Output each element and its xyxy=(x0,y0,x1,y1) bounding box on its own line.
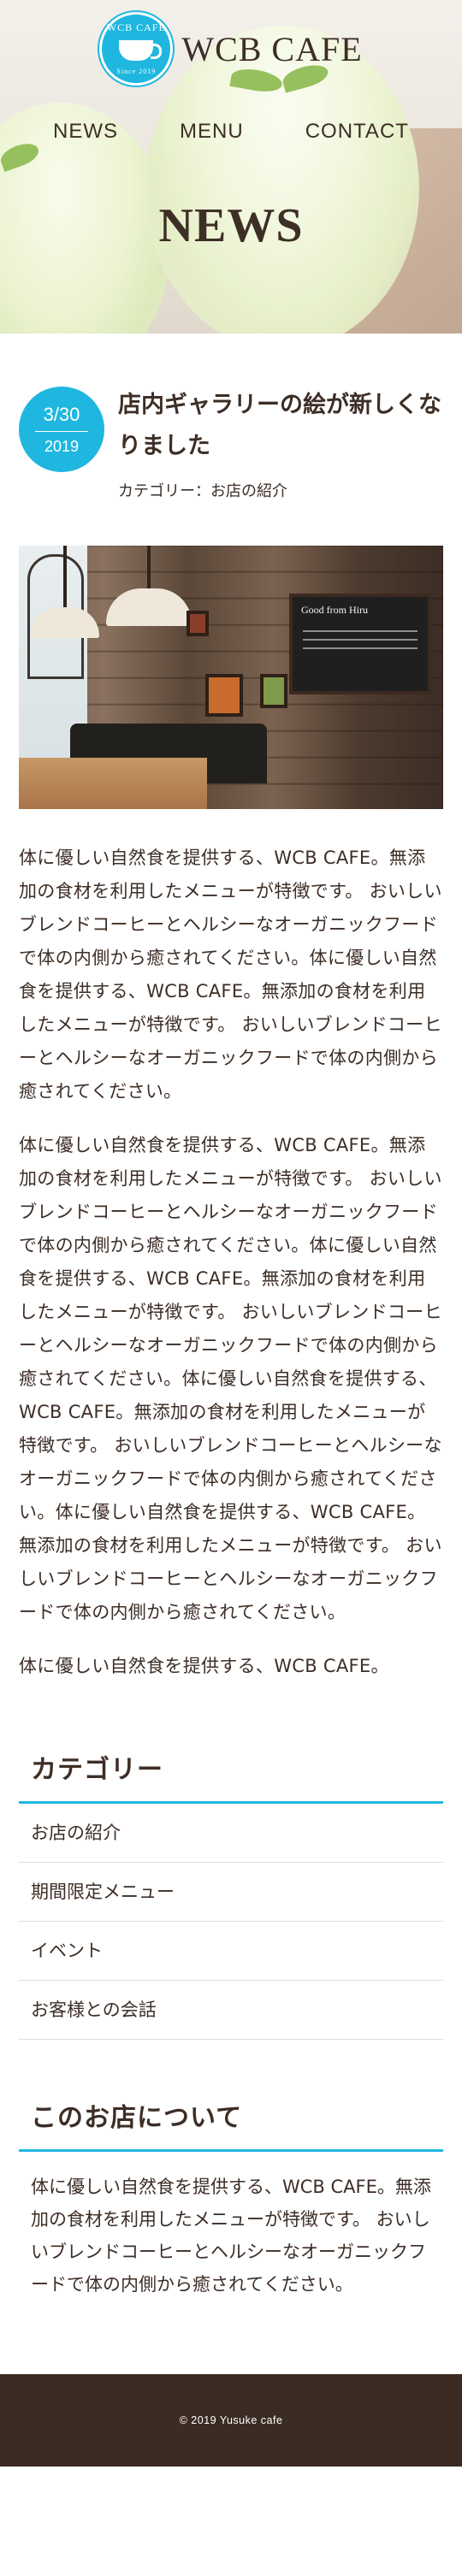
article-category-link[interactable]: お店の紹介 xyxy=(210,482,287,500)
logo-badge-icon: WCB CAFE Since 2019 xyxy=(99,12,174,86)
category-item-limited-menu[interactable]: 期間限定メニュー xyxy=(19,1863,443,1922)
photo-gallery-frame xyxy=(205,674,243,717)
category-list: お店の紹介 期間限定メニュー イベント お客様との会話 xyxy=(19,1804,443,2040)
category-title: カテゴリー xyxy=(19,1748,443,1804)
copyright-text: © 2019 Yusuke cafe xyxy=(179,2414,283,2426)
date-badge: 3/30 2019 xyxy=(19,387,104,472)
logo-text: WCB CAFE xyxy=(181,29,363,68)
hero-header: WCB CAFE Since 2019 WCB CAFE NEWS MENU C… xyxy=(0,0,462,334)
category-item-customer-talk[interactable]: お客様との会話 xyxy=(19,1981,443,2040)
logo-badge-bottom-text: Since 2019 xyxy=(116,68,157,75)
site-logo[interactable]: WCB CAFE Since 2019 WCB CAFE xyxy=(0,12,462,86)
sidebar: カテゴリー お店の紹介 期間限定メニュー イベント お客様との会話 このお店につ… xyxy=(0,1704,462,2301)
nav-news-link[interactable]: NEWS xyxy=(53,120,118,144)
photo-pendant-lamp xyxy=(106,546,192,626)
photo-pendant-lamp xyxy=(31,546,99,638)
article-header: 3/30 2019 店内ギャラリーの絵が新しくなりました カテゴリー：お店の紹介 xyxy=(0,334,462,513)
page-title: NEWS xyxy=(158,199,304,252)
date-month-day: 3/30 xyxy=(43,403,80,425)
article-category-label: カテゴリー： xyxy=(118,482,210,500)
nav-menu-link[interactable]: MENU xyxy=(180,120,244,144)
category-item-event[interactable]: イベント xyxy=(19,1922,443,1981)
article-title: 店内ギャラリーの絵が新しくなりました xyxy=(118,392,441,459)
about-text: 体に優しい自然食を提供する、WCB CAFE。無添加の食材を利用したメニューが特… xyxy=(31,2177,431,2295)
article-paragraph: 体に優しい自然食を提供する、WCB CAFE。 xyxy=(19,1656,389,1676)
main-content: 3/30 2019 店内ギャラリーの絵が新しくなりました カテゴリー：お店の紹介… xyxy=(0,334,462,2301)
date-divider xyxy=(35,430,88,432)
photo-gallery-frame xyxy=(187,611,209,636)
photo-table xyxy=(19,758,207,809)
article-paragraph: 体に優しい自然食を提供する、WCB CAFE。無添加の食材を利用したメニューが特… xyxy=(19,848,442,1102)
category-section: カテゴリー お店の紹介 期間限定メニュー イベント お客様との会話 xyxy=(0,1704,462,2040)
about-title: このお店について xyxy=(19,2096,443,2152)
photo-gallery-frame xyxy=(260,674,287,708)
logo-badge-top-text: WCB CAFE xyxy=(106,21,166,33)
category-item-shop-intro[interactable]: お店の紹介 xyxy=(19,1804,443,1863)
photo-chalkboard: Good from Hiru xyxy=(289,594,431,694)
date-year: 2019 xyxy=(44,437,80,455)
article-paragraph: 体に優しい自然食を提供する、WCB CAFE。無添加の食材を利用したメニューが特… xyxy=(19,1135,442,1622)
article-body: 体に優しい自然食を提供する、WCB CAFE。無添加の食材を利用したメニューが特… xyxy=(0,809,462,1683)
global-nav: NEWS MENU CONTACT xyxy=(0,120,462,144)
nav-contact-link[interactable]: CONTACT xyxy=(305,120,409,144)
about-section: このお店について 体に優しい自然食を提供する、WCB CAFE。無添加の食材を利… xyxy=(0,2040,462,2301)
article-photo: Good from Hiru xyxy=(19,546,443,809)
chalkboard-text: Good from Hiru xyxy=(301,604,368,616)
article-category: カテゴリー：お店の紹介 xyxy=(118,479,287,501)
site-footer: © 2019 Yusuke cafe xyxy=(0,2374,462,2467)
coffee-cup-icon xyxy=(119,40,163,61)
